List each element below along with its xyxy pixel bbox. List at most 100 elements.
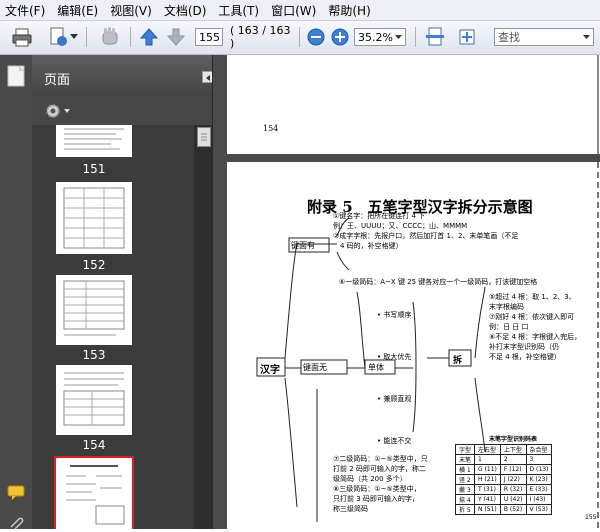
rule-intuitive: • 兼顾直观 bbox=[377, 395, 412, 403]
options-button[interactable] bbox=[44, 102, 72, 123]
thumbnail-151[interactable] bbox=[56, 125, 132, 157]
scrollbar-thumb[interactable] bbox=[197, 127, 211, 147]
node-split: 拆 bbox=[453, 356, 463, 366]
zoom-in-button[interactable] bbox=[331, 26, 349, 48]
fit-width-button[interactable] bbox=[423, 26, 447, 48]
menu-document[interactable]: 文档(D) bbox=[159, 2, 214, 19]
table-cell: U (42) bbox=[499, 494, 527, 505]
key-line-2: 例：王、UUUU；又、CCCC；山、MMMM bbox=[333, 222, 468, 230]
page-gap bbox=[227, 154, 600, 162]
share-button[interactable] bbox=[46, 26, 70, 48]
share-dropdown[interactable] bbox=[70, 26, 78, 48]
previous-page: 154 bbox=[227, 55, 600, 154]
rule-take-largest: • 取大优先 bbox=[377, 353, 412, 361]
table-header-cell: 杂合型 bbox=[525, 444, 553, 455]
table-subheader-cell: 1 bbox=[474, 454, 501, 465]
thumbnail-label-154: 154 bbox=[82, 438, 106, 452]
previous-page-button[interactable] bbox=[137, 26, 161, 48]
table-cell: G (11) bbox=[474, 464, 501, 475]
pages-panel-button[interactable] bbox=[7, 65, 25, 90]
table-cell: D (13) bbox=[525, 464, 553, 475]
page-number: 155 bbox=[585, 514, 597, 521]
table-header-cell: 字型 bbox=[454, 444, 476, 455]
menu-file[interactable]: 文件(F) bbox=[0, 2, 52, 19]
menu-view[interactable]: 视图(V) bbox=[105, 2, 159, 19]
chevron-down-icon bbox=[70, 34, 78, 39]
short-3: 级简码（共 200 多个） bbox=[333, 475, 407, 483]
table-subheader-cell: 3 bbox=[525, 454, 553, 465]
menu-help[interactable]: 帮助(H) bbox=[323, 2, 377, 19]
thumbnail-scrollbar[interactable] bbox=[194, 125, 212, 529]
page-thumbnail-image bbox=[66, 465, 125, 525]
panel-splitter[interactable] bbox=[212, 55, 227, 529]
page-thumbnail-image bbox=[64, 128, 124, 150]
menu-window[interactable]: 窗口(W) bbox=[266, 2, 323, 19]
zoom-out-button[interactable] bbox=[307, 26, 325, 48]
table-header-cell: 左右型 bbox=[474, 444, 501, 455]
table-cell: 折 5 bbox=[454, 504, 476, 515]
pages-icon bbox=[7, 65, 25, 87]
vertical-scrollbar-track[interactable] bbox=[597, 55, 599, 154]
short-4: ⑧三级简码：①~⑤类型中， bbox=[333, 485, 421, 493]
menu-edit[interactable]: 编辑(E) bbox=[52, 2, 105, 19]
document-share-icon bbox=[50, 27, 67, 46]
thumbnail-label-153: 153 bbox=[82, 348, 106, 362]
thumbnail-152[interactable] bbox=[56, 182, 132, 254]
thumbnail-list: 151 152 153 154 bbox=[32, 125, 194, 529]
expand-icon bbox=[459, 29, 475, 45]
navigation-panel: 页面 151 152 153 154 bbox=[0, 55, 226, 532]
hand-tool-button[interactable] bbox=[98, 26, 122, 48]
rule-writing-order: • 书写顺序 bbox=[377, 311, 412, 319]
table-row: 捺 4 Y (41) U (42) I (43) bbox=[454, 494, 553, 505]
fit-page-icon bbox=[426, 27, 444, 46]
table-header-cell: 上下型 bbox=[499, 444, 527, 455]
table-cell: H (21) bbox=[474, 474, 501, 485]
gear-icon bbox=[46, 104, 70, 118]
vertical-scrollbar-track[interactable] bbox=[597, 162, 599, 529]
table-cell: T (31) bbox=[474, 484, 501, 495]
short-1: ⑦二级简码：①~⑤类型中，只 bbox=[333, 455, 428, 463]
table-row: 横 1 G (11) F (12) D (13) bbox=[454, 464, 553, 475]
node-key-has: 键面有 bbox=[291, 241, 315, 250]
comments-panel-button[interactable] bbox=[7, 485, 27, 504]
table-row: 折 5 N (51) B (52) V (53) bbox=[454, 504, 553, 515]
note-7: 不足 4 根，补空格键） bbox=[489, 353, 561, 361]
note-4: 例：日 日 口 bbox=[489, 323, 529, 331]
chevron-down-icon bbox=[583, 34, 590, 39]
pages-panel-header: 页面 bbox=[32, 55, 226, 97]
full-screen-button[interactable] bbox=[455, 26, 479, 48]
table-cell: B (52) bbox=[499, 504, 527, 515]
sidebar-strip bbox=[0, 55, 33, 532]
prev-page-number: 154 bbox=[263, 124, 279, 133]
table-cell: K (23) bbox=[525, 474, 553, 485]
page-thumbnail-image bbox=[63, 187, 125, 249]
table-cell: N (51) bbox=[474, 504, 501, 515]
search-field[interactable]: 查找 bbox=[494, 28, 594, 46]
menu-bar: 文件(F) 编辑(E) 视图(V) 文档(D) 工具(T) 窗口(W) 帮助(H… bbox=[0, 0, 600, 21]
print-button[interactable] bbox=[10, 26, 34, 48]
key-rules-text: ①键名字：把所在键连打 4 下 例：王、UUUU；又、CCCC；山、MMMM ②… bbox=[333, 211, 593, 251]
thumbnail-label-152: 152 bbox=[82, 258, 106, 272]
next-page-button[interactable] bbox=[164, 26, 188, 48]
table-cell: 横 1 bbox=[454, 464, 476, 475]
printer-icon bbox=[12, 28, 32, 47]
short-code-notes: ⑦二级简码：①~⑤类型中，只 打前 2 码即可输入的字，称二 级简码（共 200… bbox=[333, 454, 453, 514]
arrow-up-icon bbox=[139, 28, 159, 46]
thumbnail-154[interactable] bbox=[56, 365, 132, 435]
thumbnail-155-selected[interactable] bbox=[54, 456, 134, 529]
note-1: ⑤超过 4 根：取 1、2、3、 bbox=[489, 293, 576, 301]
menu-tools[interactable]: 工具(T) bbox=[213, 2, 266, 19]
paperclip-icon bbox=[10, 517, 24, 530]
key-line-4: 4 码的，补空格键） bbox=[333, 242, 403, 250]
page-thumbnail-image bbox=[63, 372, 125, 426]
table-subheader-cell: 末笔 bbox=[454, 454, 476, 465]
zoom-select[interactable]: 35.2% bbox=[354, 28, 406, 46]
page-number-input[interactable]: 155 bbox=[195, 28, 223, 46]
node-key-none: 键面无 bbox=[303, 363, 327, 372]
attachments-panel-button[interactable] bbox=[8, 517, 24, 532]
grip-icon bbox=[201, 133, 207, 141]
table-cell: Y (41) bbox=[474, 494, 501, 505]
thumbnail-153[interactable] bbox=[56, 275, 132, 345]
document-view[interactable]: 154 附录 5 五笔字型汉字拆分示意图 键面有 键面无 单体 拆 汉字 ①键名… bbox=[227, 55, 600, 529]
note-2: 末字根编码 bbox=[489, 303, 524, 311]
